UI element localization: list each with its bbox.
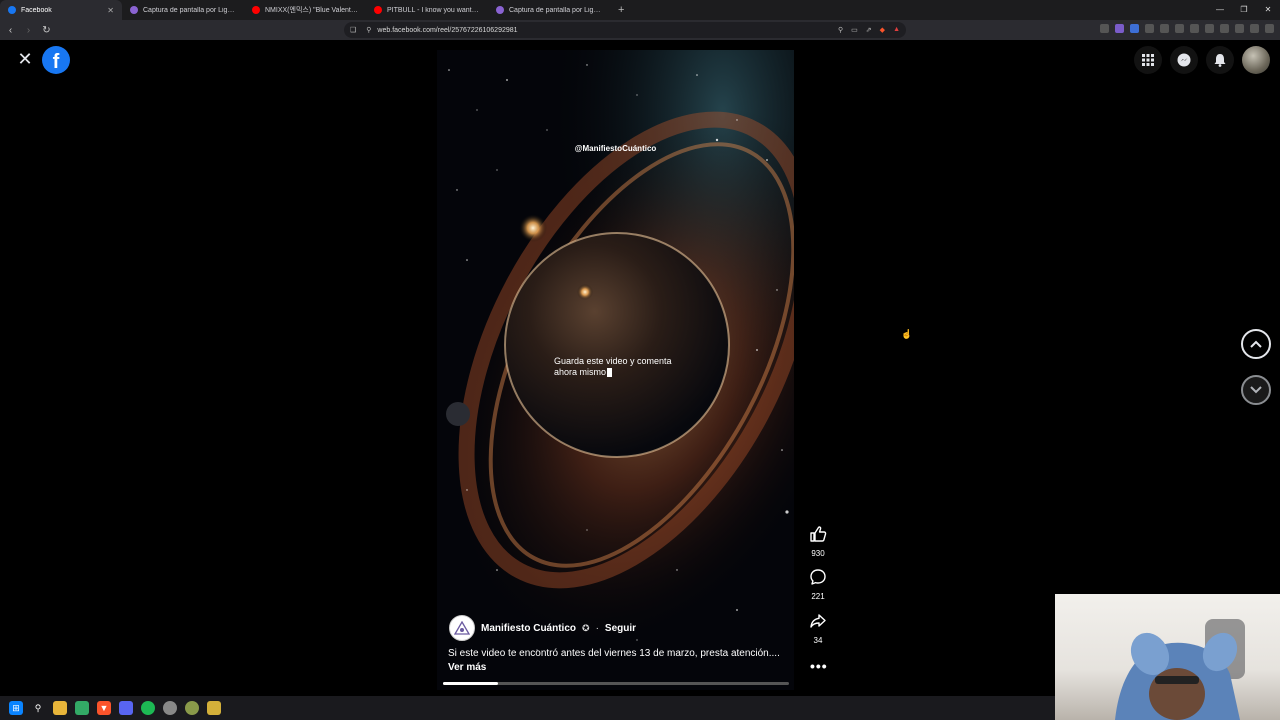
rewards-icon[interactable]: ▲ xyxy=(893,26,900,34)
browser-tab[interactable]: PITBULL - I know you want me (calle xyxy=(366,0,488,20)
extension-icon[interactable] xyxy=(1235,24,1244,33)
search-icon[interactable]: ⚲ xyxy=(31,701,45,715)
chevron-down-icon xyxy=(1250,386,1262,394)
comment-icon[interactable] xyxy=(809,568,827,586)
video-progress-bar[interactable] xyxy=(443,682,789,685)
tab-favicon-icon xyxy=(374,6,382,14)
back-icon[interactable]: ‹ xyxy=(3,25,18,36)
previous-reel-button[interactable] xyxy=(1241,329,1271,359)
bookmark-icon[interactable]: ❑ xyxy=(350,26,356,34)
separator: · xyxy=(595,622,599,634)
extension-icon[interactable] xyxy=(1115,24,1124,33)
tab-title: Captura de pantalla por Lightshot xyxy=(509,6,602,14)
follow-button[interactable]: Seguir xyxy=(605,623,636,634)
menu-grid-icon[interactable] xyxy=(1134,46,1162,74)
next-reel-button[interactable] xyxy=(1241,375,1271,405)
tab-title: PITBULL - I know you want me (calle xyxy=(387,6,480,14)
chevron-up-icon xyxy=(1250,340,1262,348)
top-right-icons xyxy=(1134,46,1270,74)
site-info-icon[interactable]: ⚲ xyxy=(366,26,371,34)
extension-icon[interactable] xyxy=(1250,24,1259,33)
windows-start-icon[interactable]: ⊞ xyxy=(9,701,23,715)
tab-favicon-icon xyxy=(130,6,138,14)
tab-title: NMIXX(엔믹스) "Blue Valentine" M/V xyxy=(265,7,358,14)
extension-icon[interactable] xyxy=(1100,24,1109,33)
more-options-icon[interactable]: ••• xyxy=(810,658,828,674)
brave-browser-icon[interactable]: ▼ xyxy=(97,701,111,715)
app-icon[interactable] xyxy=(75,701,89,715)
video-caption-overlay: Guarda este video y comenta ahora mismo xyxy=(554,356,694,378)
video-caption-text: Guarda este video y comenta ahora mismo xyxy=(554,356,672,377)
url-text[interactable]: web.facebook.com/reel/2576722610629298​1 xyxy=(377,27,517,34)
like-icon[interactable] xyxy=(809,525,827,543)
menu-icon[interactable] xyxy=(1265,24,1274,33)
mouse-cursor-icon: ☝ xyxy=(901,329,913,339)
screen-icon[interactable]: ▭ xyxy=(851,26,858,34)
tab-title: Facebook xyxy=(21,6,52,14)
comment-count: 221 xyxy=(811,592,825,601)
text-cursor xyxy=(607,368,613,378)
messenger-icon[interactable] xyxy=(1170,46,1198,74)
spotify-icon[interactable] xyxy=(141,701,155,715)
see-more-link[interactable]: Ver más xyxy=(448,662,486,673)
webcam-overlay xyxy=(1055,594,1280,720)
extensions-bar xyxy=(1100,24,1274,33)
extension-icon[interactable] xyxy=(1220,24,1229,33)
extension-icon[interactable] xyxy=(1160,24,1169,33)
extension-icon[interactable] xyxy=(1175,24,1184,33)
reel-description: Si este video te encontró antes del vier… xyxy=(448,648,780,659)
tab-title: Captura de pantalla por Lightshot xyxy=(143,6,236,14)
forward-icon[interactable]: › xyxy=(21,25,36,36)
facebook-logo[interactable]: f xyxy=(42,46,70,74)
tab-favicon-icon xyxy=(496,6,504,14)
app-icon[interactable] xyxy=(185,701,199,715)
reel-watermark: @ManifiestoCuántico xyxy=(574,144,657,153)
app-icon[interactable] xyxy=(207,701,221,715)
minimize-icon[interactable]: — xyxy=(1208,0,1232,20)
extension-icon[interactable] xyxy=(1145,24,1154,33)
webcam-person-image xyxy=(1115,619,1245,720)
share-icon[interactable]: ⇗ xyxy=(866,26,872,34)
close-tab-icon[interactable]: ✕ xyxy=(107,6,114,15)
reel-author: Manifiesto Cuántico ✪ · Seguir xyxy=(449,615,636,641)
share-icon[interactable] xyxy=(809,612,827,630)
discord-icon[interactable] xyxy=(119,701,133,715)
like-count: 930 xyxy=(811,549,825,558)
app-icon[interactable] xyxy=(163,701,177,715)
video-progress-fill xyxy=(443,682,499,685)
notifications-bell-icon[interactable] xyxy=(1206,46,1234,74)
share-count: 34 xyxy=(813,636,823,645)
address-bar[interactable]: ❑ ⚲ web.facebook.com/reel/25767226106292… xyxy=(344,22,906,38)
tab-favicon-icon xyxy=(8,6,16,14)
verified-badge-icon: ✪ xyxy=(582,622,590,633)
new-tab-button[interactable]: + xyxy=(610,4,632,16)
browser-tab[interactable]: Captura de pantalla por Lightshot xyxy=(488,0,610,20)
window-controls: — ❐ ✕ xyxy=(1208,0,1280,20)
file-explorer-icon[interactable] xyxy=(53,701,67,715)
close-window-icon[interactable]: ✕ xyxy=(1256,0,1280,20)
browser-tab[interactable]: Captura de pantalla por Lightshot xyxy=(122,0,244,20)
brave-shield-icon[interactable]: ◆ xyxy=(880,26,885,34)
close-icon[interactable]: ✕ xyxy=(16,50,34,68)
browser-tab-strip: Facebook ✕ Captura de pantalla por Lightsh… xyxy=(0,0,1280,20)
extension-icon[interactable] xyxy=(1190,24,1199,33)
extension-icon[interactable] xyxy=(1205,24,1214,33)
maximize-icon[interactable]: ❐ xyxy=(1232,0,1256,20)
reel-video[interactable]: @ManifiestoCuántico Guarda este video y … xyxy=(437,50,794,690)
browser-tab[interactable]: Facebook ✕ xyxy=(0,0,122,20)
author-avatar[interactable] xyxy=(449,615,475,641)
reload-icon[interactable]: ↻ xyxy=(39,25,54,36)
zoom-icon[interactable]: ⚲ xyxy=(838,26,843,34)
comment-action[interactable]: 221 xyxy=(806,568,830,601)
browser-tab[interactable]: NMIXX(엔믹스) "Blue Valentine" M/V xyxy=(244,0,366,20)
tab-favicon-icon xyxy=(252,6,260,14)
author-name[interactable]: Manifiesto Cuántico xyxy=(481,623,576,634)
like-action[interactable]: 930 xyxy=(806,525,830,558)
share-action[interactable]: 34 xyxy=(806,612,830,645)
os-taskbar: ⊞ ⚲ ▼ xyxy=(0,696,1055,720)
extension-icon[interactable] xyxy=(1130,24,1139,33)
profile-avatar[interactable] xyxy=(1242,46,1270,74)
